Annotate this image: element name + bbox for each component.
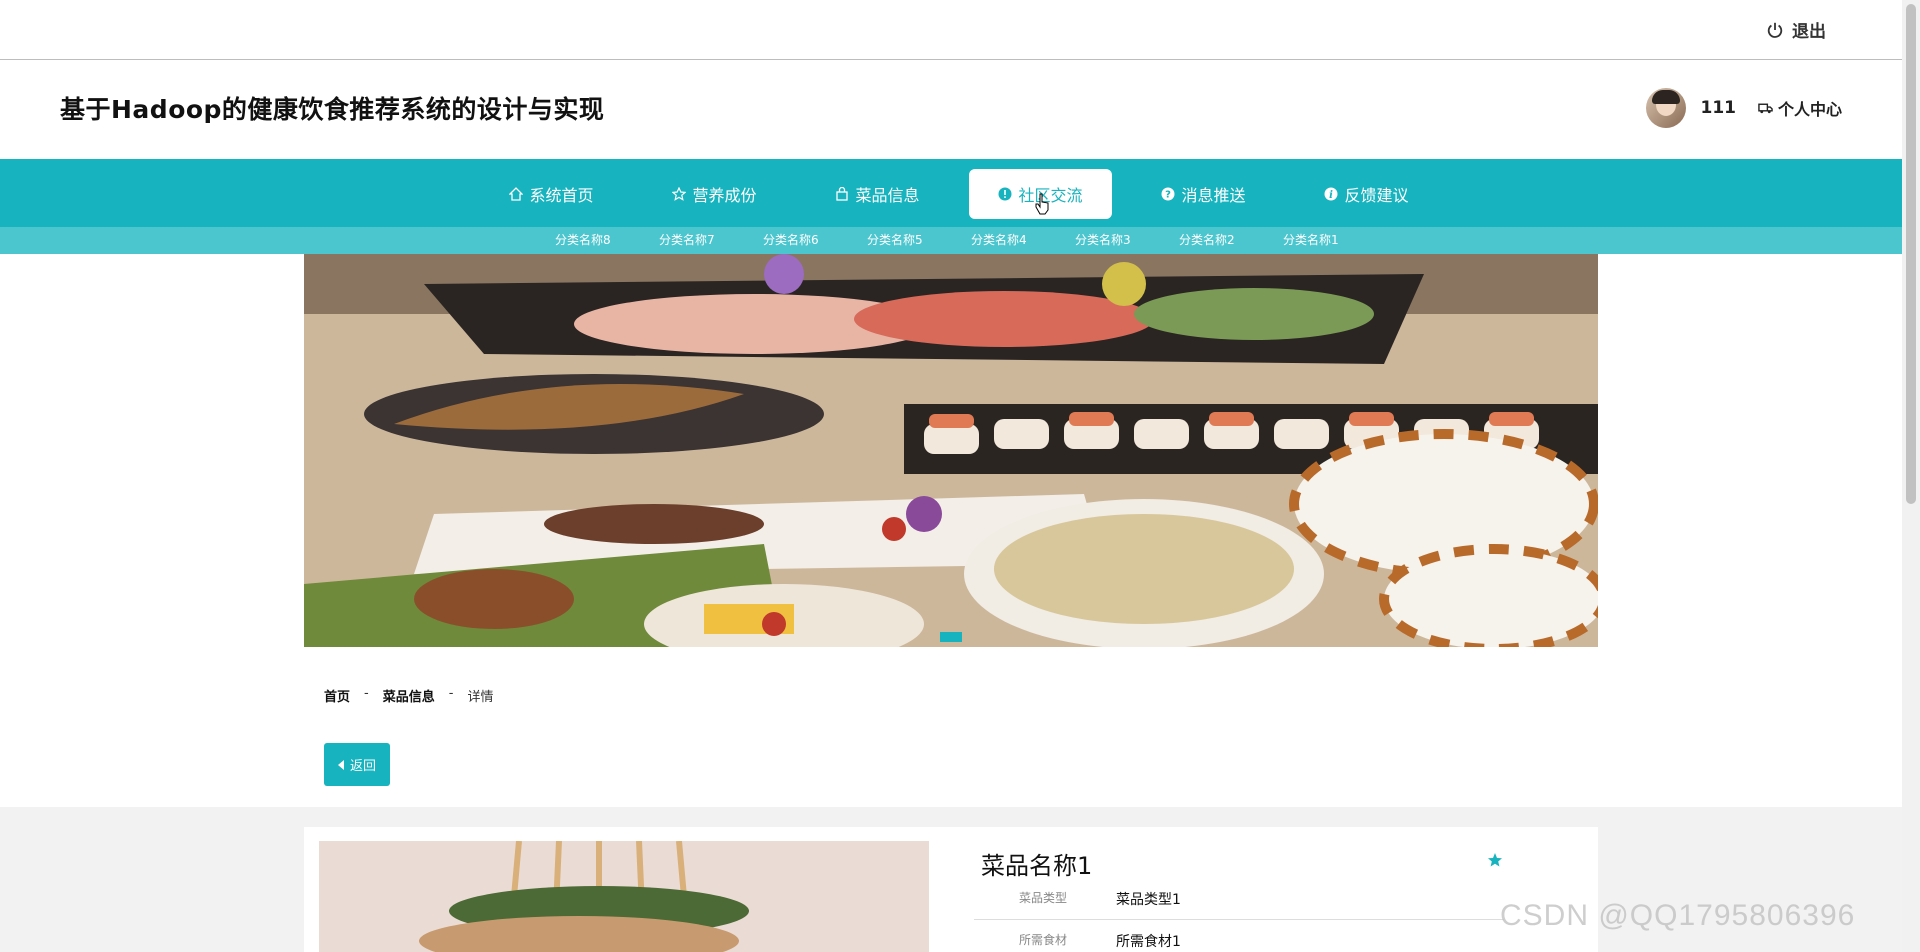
back-button[interactable]: 返回 xyxy=(324,743,390,786)
nav-item-label: 消息推送 xyxy=(1181,186,1246,205)
sub-nav-item[interactable]: 分类名称6 xyxy=(763,231,867,248)
logout-button[interactable]: 退出 xyxy=(1766,17,1826,42)
sub-nav-item[interactable]: 分类名称1 xyxy=(1283,231,1387,248)
personal-center-label: 个人中心 xyxy=(1777,100,1842,119)
info-icon: i xyxy=(1324,187,1338,201)
logout-label: 退出 xyxy=(1792,22,1826,42)
breadcrumb-separator: - xyxy=(364,686,369,701)
scrollbar[interactable] xyxy=(1902,0,1920,952)
attr-key: 菜品类型 xyxy=(1019,891,1068,905)
favorite-star-icon[interactable] xyxy=(1487,852,1503,868)
nav-item-label: 反馈建议 xyxy=(1344,186,1409,205)
dish-name: 菜品名称1 xyxy=(981,852,1093,880)
question-icon: ? xyxy=(1161,187,1175,201)
attr-key: 所需食材 xyxy=(1019,933,1068,947)
top-bar: 退出 xyxy=(0,0,1902,60)
truck-icon xyxy=(1758,103,1773,114)
attr-value: 所需食材1 xyxy=(1116,934,1181,950)
site-title: 基于Hadoop的健康饮食推荐系统的设计与实现 xyxy=(60,95,605,124)
nav-item-label: 菜品信息 xyxy=(855,186,920,205)
back-label: 返回 xyxy=(349,759,376,774)
star-icon xyxy=(672,187,687,201)
sub-nav-item[interactable]: 分类名称4 xyxy=(971,231,1075,248)
banner-carousel-image xyxy=(304,254,1598,647)
breadcrumb-separator: - xyxy=(448,686,454,701)
nav-item-dishes[interactable]: 菜品信息 xyxy=(806,169,949,219)
nav-item-messages[interactable]: ? 消息推送 xyxy=(1132,169,1275,219)
caret-left-icon xyxy=(337,759,344,770)
avatar[interactable] xyxy=(1646,88,1687,128)
mouse-pointer-icon xyxy=(1035,193,1049,215)
dish-detail-card: 菜品名称1 菜品类型 菜品类型1 所需食材 所需食材1 xyxy=(304,827,1598,952)
sub-nav-item[interactable]: 分类名称7 xyxy=(659,231,763,248)
main-nav: 系统首页 营养成份 菜品信息 社区交流 ? 消息推送 i 反馈建议 xyxy=(0,159,1902,227)
breadcrumb-section[interactable]: 菜品信息 xyxy=(383,686,435,705)
nav-item-nutrition[interactable]: 营养成份 xyxy=(643,169,786,219)
scrollbar-thumb[interactable] xyxy=(1906,4,1916,504)
username: 111 xyxy=(1700,98,1736,118)
sub-nav-item[interactable]: 分类名称8 xyxy=(555,231,659,248)
breadcrumb-home[interactable]: 首页 xyxy=(324,686,350,705)
svg-text:i: i xyxy=(1330,190,1334,201)
carousel-indicator[interactable] xyxy=(940,632,962,642)
user-area: 111 个人中心 xyxy=(1646,88,1842,128)
home-icon xyxy=(509,187,524,201)
food-photo xyxy=(304,254,1598,647)
svg-text:?: ? xyxy=(1166,190,1172,201)
watermark: CSDN @QQ1795806396 xyxy=(1500,899,1856,932)
power-icon xyxy=(1767,22,1783,38)
dish-attr-row: 菜品类型 菜品类型1 xyxy=(974,889,1504,920)
nav-item-label: 营养成份 xyxy=(692,186,757,205)
nav-item-home[interactable]: 系统首页 xyxy=(480,169,623,219)
personal-center-link[interactable]: 个人中心 xyxy=(1758,96,1842,120)
bag-icon xyxy=(836,187,849,201)
sub-nav-item[interactable]: 分类名称5 xyxy=(867,231,971,248)
breadcrumb: 首页 - 菜品信息 - 详情 xyxy=(324,686,493,705)
sub-nav-item[interactable]: 分类名称2 xyxy=(1179,231,1283,248)
attr-value: 菜品类型1 xyxy=(1116,892,1181,908)
sub-nav-item[interactable]: 分类名称3 xyxy=(1075,231,1179,248)
dish-image xyxy=(319,841,929,952)
header: 基于Hadoop的健康饮食推荐系统的设计与实现 111 个人中心 xyxy=(0,60,1902,159)
nav-item-label: 系统首页 xyxy=(529,186,594,205)
breadcrumb-current: 详情 xyxy=(467,690,494,705)
info-icon xyxy=(998,187,1012,201)
sub-nav: 分类名称8 分类名称7 分类名称6 分类名称5 分类名称4 分类名称3 分类名称… xyxy=(0,227,1902,254)
nav-item-feedback[interactable]: i 反馈建议 xyxy=(1295,169,1438,219)
